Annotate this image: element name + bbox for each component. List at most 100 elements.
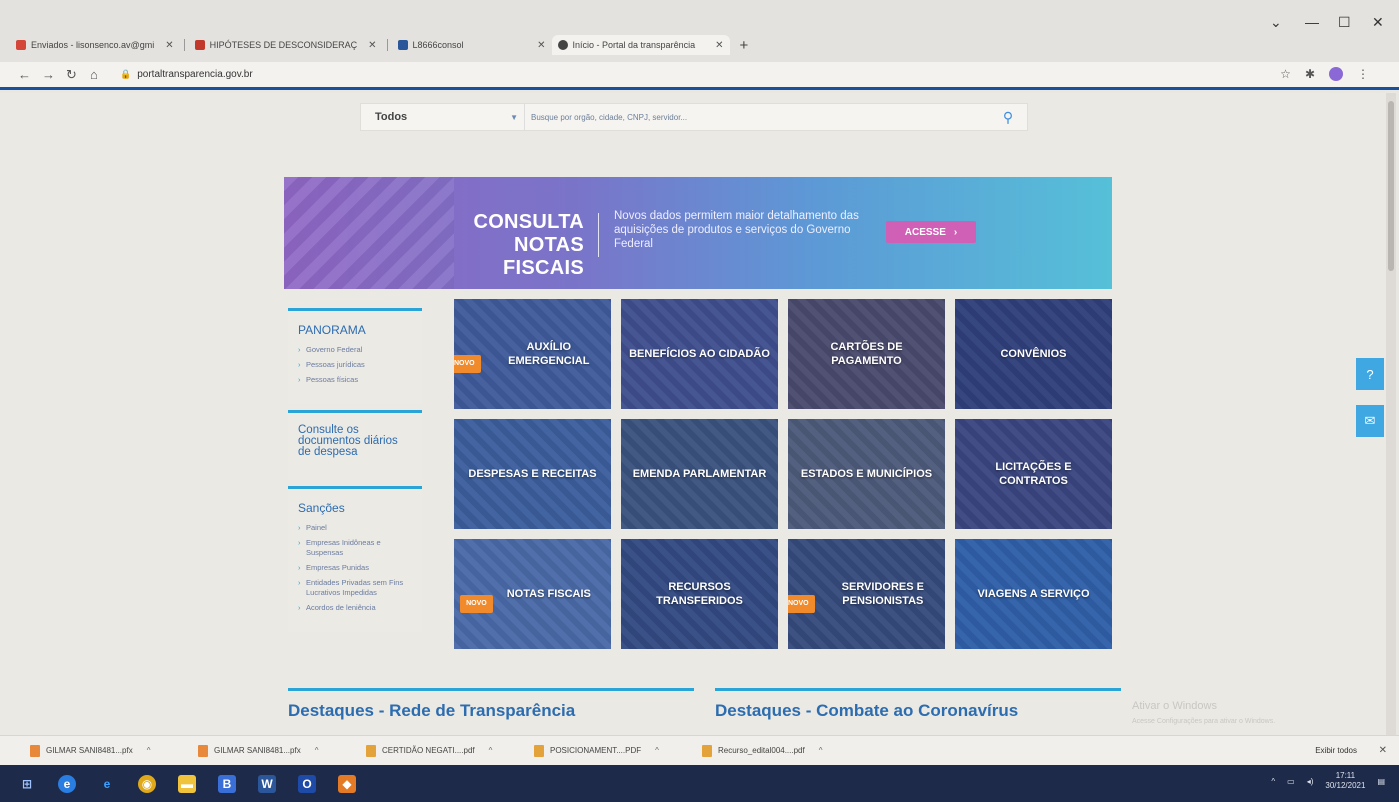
topic-tile[interactable]: VIAGENS A SERVIÇO: [955, 539, 1112, 649]
minimize-button[interactable]: —: [1305, 14, 1319, 30]
banner-title: CONSULTA NOTAS FISCAIS: [434, 211, 584, 280]
topic-tile[interactable]: NOVO NOTAS FISCAIS: [454, 539, 611, 649]
page-scrollbar[interactable]: [1386, 93, 1396, 735]
close-tab-icon[interactable]: ✕: [537, 40, 545, 51]
word-icon[interactable]: W: [258, 774, 276, 793]
panorama-link[interactable]: Governo Federal: [298, 345, 412, 355]
app-icon[interactable]: B: [218, 774, 236, 793]
file-icon: [198, 744, 208, 757]
bookmark-star-icon[interactable]: ☆: [1280, 67, 1291, 81]
chevron-up-icon[interactable]: ^: [315, 746, 319, 755]
tab-l8666[interactable]: L8666consol ✕: [392, 35, 552, 55]
close-tab-icon[interactable]: ✕: [715, 40, 723, 51]
clock-date: 30/12/2021: [1325, 781, 1366, 790]
back-icon[interactable]: ←: [18, 67, 31, 82]
topic-tile-label: RECURSOS TRANSFERIDOS: [656, 581, 743, 607]
pdf-icon: [366, 744, 376, 757]
search-icon[interactable]: ⚲: [989, 104, 1027, 130]
tab-search-icon[interactable]: ⌄: [1270, 14, 1282, 31]
topic-tile[interactable]: NOVO SERVIDORES E PENSIONISTAS: [788, 539, 945, 649]
notifications-icon[interactable]: ▤: [1377, 777, 1385, 786]
chevron-up-icon[interactable]: ^: [489, 746, 493, 755]
notas-fiscais-banner[interactable]: CONSULTA NOTAS FISCAIS Novos dados permi…: [284, 177, 1112, 289]
file-explorer-icon[interactable]: ▬: [178, 774, 196, 793]
internet-explorer-icon[interactable]: e: [98, 775, 116, 793]
tray-chevron-up-icon[interactable]: ^: [1271, 777, 1275, 786]
volume-icon[interactable]: ◂): [1307, 777, 1314, 786]
panorama-section: PANORAMA Governo Federal Pessoas jurídic…: [288, 308, 422, 404]
mail-envelope-icon[interactable]: ✉: [1356, 405, 1384, 437]
topic-tile[interactable]: EMENDA PARLAMENTAR: [621, 419, 778, 529]
topic-tile[interactable]: CARTÕES DE PAGAMENTO: [788, 299, 945, 409]
topic-tile-label: AUXÍLIO EMERGENCIAL: [508, 341, 590, 367]
outlook-icon[interactable]: O: [298, 774, 316, 793]
profile-avatar[interactable]: [1329, 67, 1343, 81]
sancoes-link[interactable]: Acordos de leniência: [298, 603, 412, 613]
sancoes-link[interactable]: Empresas Inidôneas e Suspensas: [298, 538, 412, 558]
chrome-icon[interactable]: ◉: [138, 774, 156, 793]
extensions-icon[interactable]: ✱: [1305, 67, 1315, 81]
new-tab-button[interactable]: +: [740, 37, 749, 54]
chevron-right-icon: ›: [953, 226, 958, 238]
url-text: portaltransparencia.gov.br: [137, 69, 253, 80]
banner-decoration: [284, 177, 454, 289]
close-tab-icon[interactable]: ✕: [165, 40, 173, 51]
sancoes-title[interactable]: Sanções: [298, 501, 412, 515]
chevron-up-icon[interactable]: ^: [147, 746, 151, 755]
maximize-button[interactable]: ☐: [1338, 14, 1351, 31]
topic-tile-label: NOTAS FISCAIS: [506, 588, 591, 600]
topic-tile[interactable]: ESTADOS E MUNICÍPIOS: [788, 419, 945, 529]
download-item[interactable]: GILMAR SANI8481...pfx ^: [30, 744, 198, 757]
windows-taskbar: ⊞ e e ◉ ▬ B W O ◆ ^ ▭ ◂) 17:11 30/12/202…: [0, 765, 1399, 802]
search-category-select[interactable]: Todos ▼: [361, 104, 525, 130]
windows-start-icon[interactable]: ⊞: [18, 775, 36, 793]
scrollbar-thumb[interactable]: [1388, 101, 1394, 271]
close-tab-icon[interactable]: ✕: [368, 40, 376, 51]
pdf-icon: [702, 744, 712, 757]
panorama-link[interactable]: Pessoas jurídicas: [298, 360, 412, 370]
chevron-up-icon[interactable]: ^: [819, 746, 823, 755]
topic-tile[interactable]: CONVÊNIOS: [955, 299, 1112, 409]
topic-tile[interactable]: BENEFÍCIOS AO CIDADÃO: [621, 299, 778, 409]
sancoes-link[interactable]: Entidades Privadas sem Fins Lucrativos I…: [298, 578, 412, 598]
forward-icon[interactable]: →: [42, 67, 55, 82]
topic-tile[interactable]: RECURSOS TRANSFERIDOS: [621, 539, 778, 649]
address-bar: ← → ↻ ⌂ 🔒 portaltransparencia.gov.br ☆ ✱ …: [0, 62, 1399, 90]
url-field[interactable]: 🔒 portaltransparencia.gov.br: [120, 69, 253, 80]
topic-tile[interactable]: LICITAÇÕES E CONTRATOS: [955, 419, 1112, 529]
help-question-icon[interactable]: ?: [1356, 358, 1384, 390]
topic-tile[interactable]: DESPESAS E RECEITAS: [454, 419, 611, 529]
chevron-up-icon[interactable]: ^: [655, 746, 659, 755]
tab-portal-transparencia[interactable]: Início - Portal da transparência ✕: [551, 35, 730, 55]
search-input[interactable]: [525, 104, 989, 130]
show-all-downloads-button[interactable]: Exibir todos: [1315, 746, 1357, 755]
reload-icon[interactable]: ↻: [66, 67, 77, 83]
sancoes-list: Painel Empresas Inidôneas e Suspensas Em…: [298, 523, 412, 613]
edge-icon[interactable]: e: [58, 774, 76, 793]
topic-tile-label: LICITAÇÕES E CONTRATOS: [995, 461, 1072, 487]
panorama-list: Governo Federal Pessoas jurídicas Pessoa…: [298, 345, 412, 385]
close-downloads-icon[interactable]: ✕: [1379, 745, 1387, 756]
consulte-documentos-link[interactable]: Consulte os documentos diários de despes…: [298, 424, 412, 458]
word-doc-icon: [397, 40, 408, 50]
tab-gmail[interactable]: Enviados - lisonsenco.av@gmi ✕: [10, 35, 180, 55]
panorama-title[interactable]: PANORAMA: [298, 323, 412, 337]
home-icon[interactable]: ⌂: [90, 67, 98, 82]
download-item[interactable]: CERTIDÃO NEGATI....pdf ^: [366, 744, 534, 757]
network-icon[interactable]: ▭: [1287, 777, 1295, 786]
system-clock[interactable]: 17:11 30/12/2021: [1325, 771, 1365, 791]
sancoes-link[interactable]: Painel: [298, 523, 412, 533]
windows-activation-watermark: Ativar o Windows Acesse Configurações pa…: [1132, 699, 1275, 729]
sancoes-link[interactable]: Empresas Punidas: [298, 563, 412, 573]
download-item[interactable]: POSICIONAMENT....PDF ^: [534, 744, 702, 757]
download-item[interactable]: Recurso_edital004....pdf ^: [702, 744, 870, 757]
download-item[interactable]: GILMAR SANI8481...pfx ^: [198, 744, 366, 757]
topic-tile-label: VIAGENS A SERVIÇO: [977, 588, 1090, 600]
app-orange-icon[interactable]: ◆: [338, 774, 356, 793]
close-window-button[interactable]: ✕: [1372, 14, 1384, 31]
topic-tile[interactable]: NOVO AUXÍLIO EMERGENCIAL: [454, 299, 611, 409]
menu-dots-icon[interactable]: ⋮: [1357, 67, 1369, 81]
panorama-link[interactable]: Pessoas físicas: [298, 375, 412, 385]
banner-access-button[interactable]: ACESSE ›: [886, 221, 976, 243]
tab-hipoteses[interactable]: HIPÓTESES DE DESCONSIDERAÇ ✕: [189, 35, 383, 55]
